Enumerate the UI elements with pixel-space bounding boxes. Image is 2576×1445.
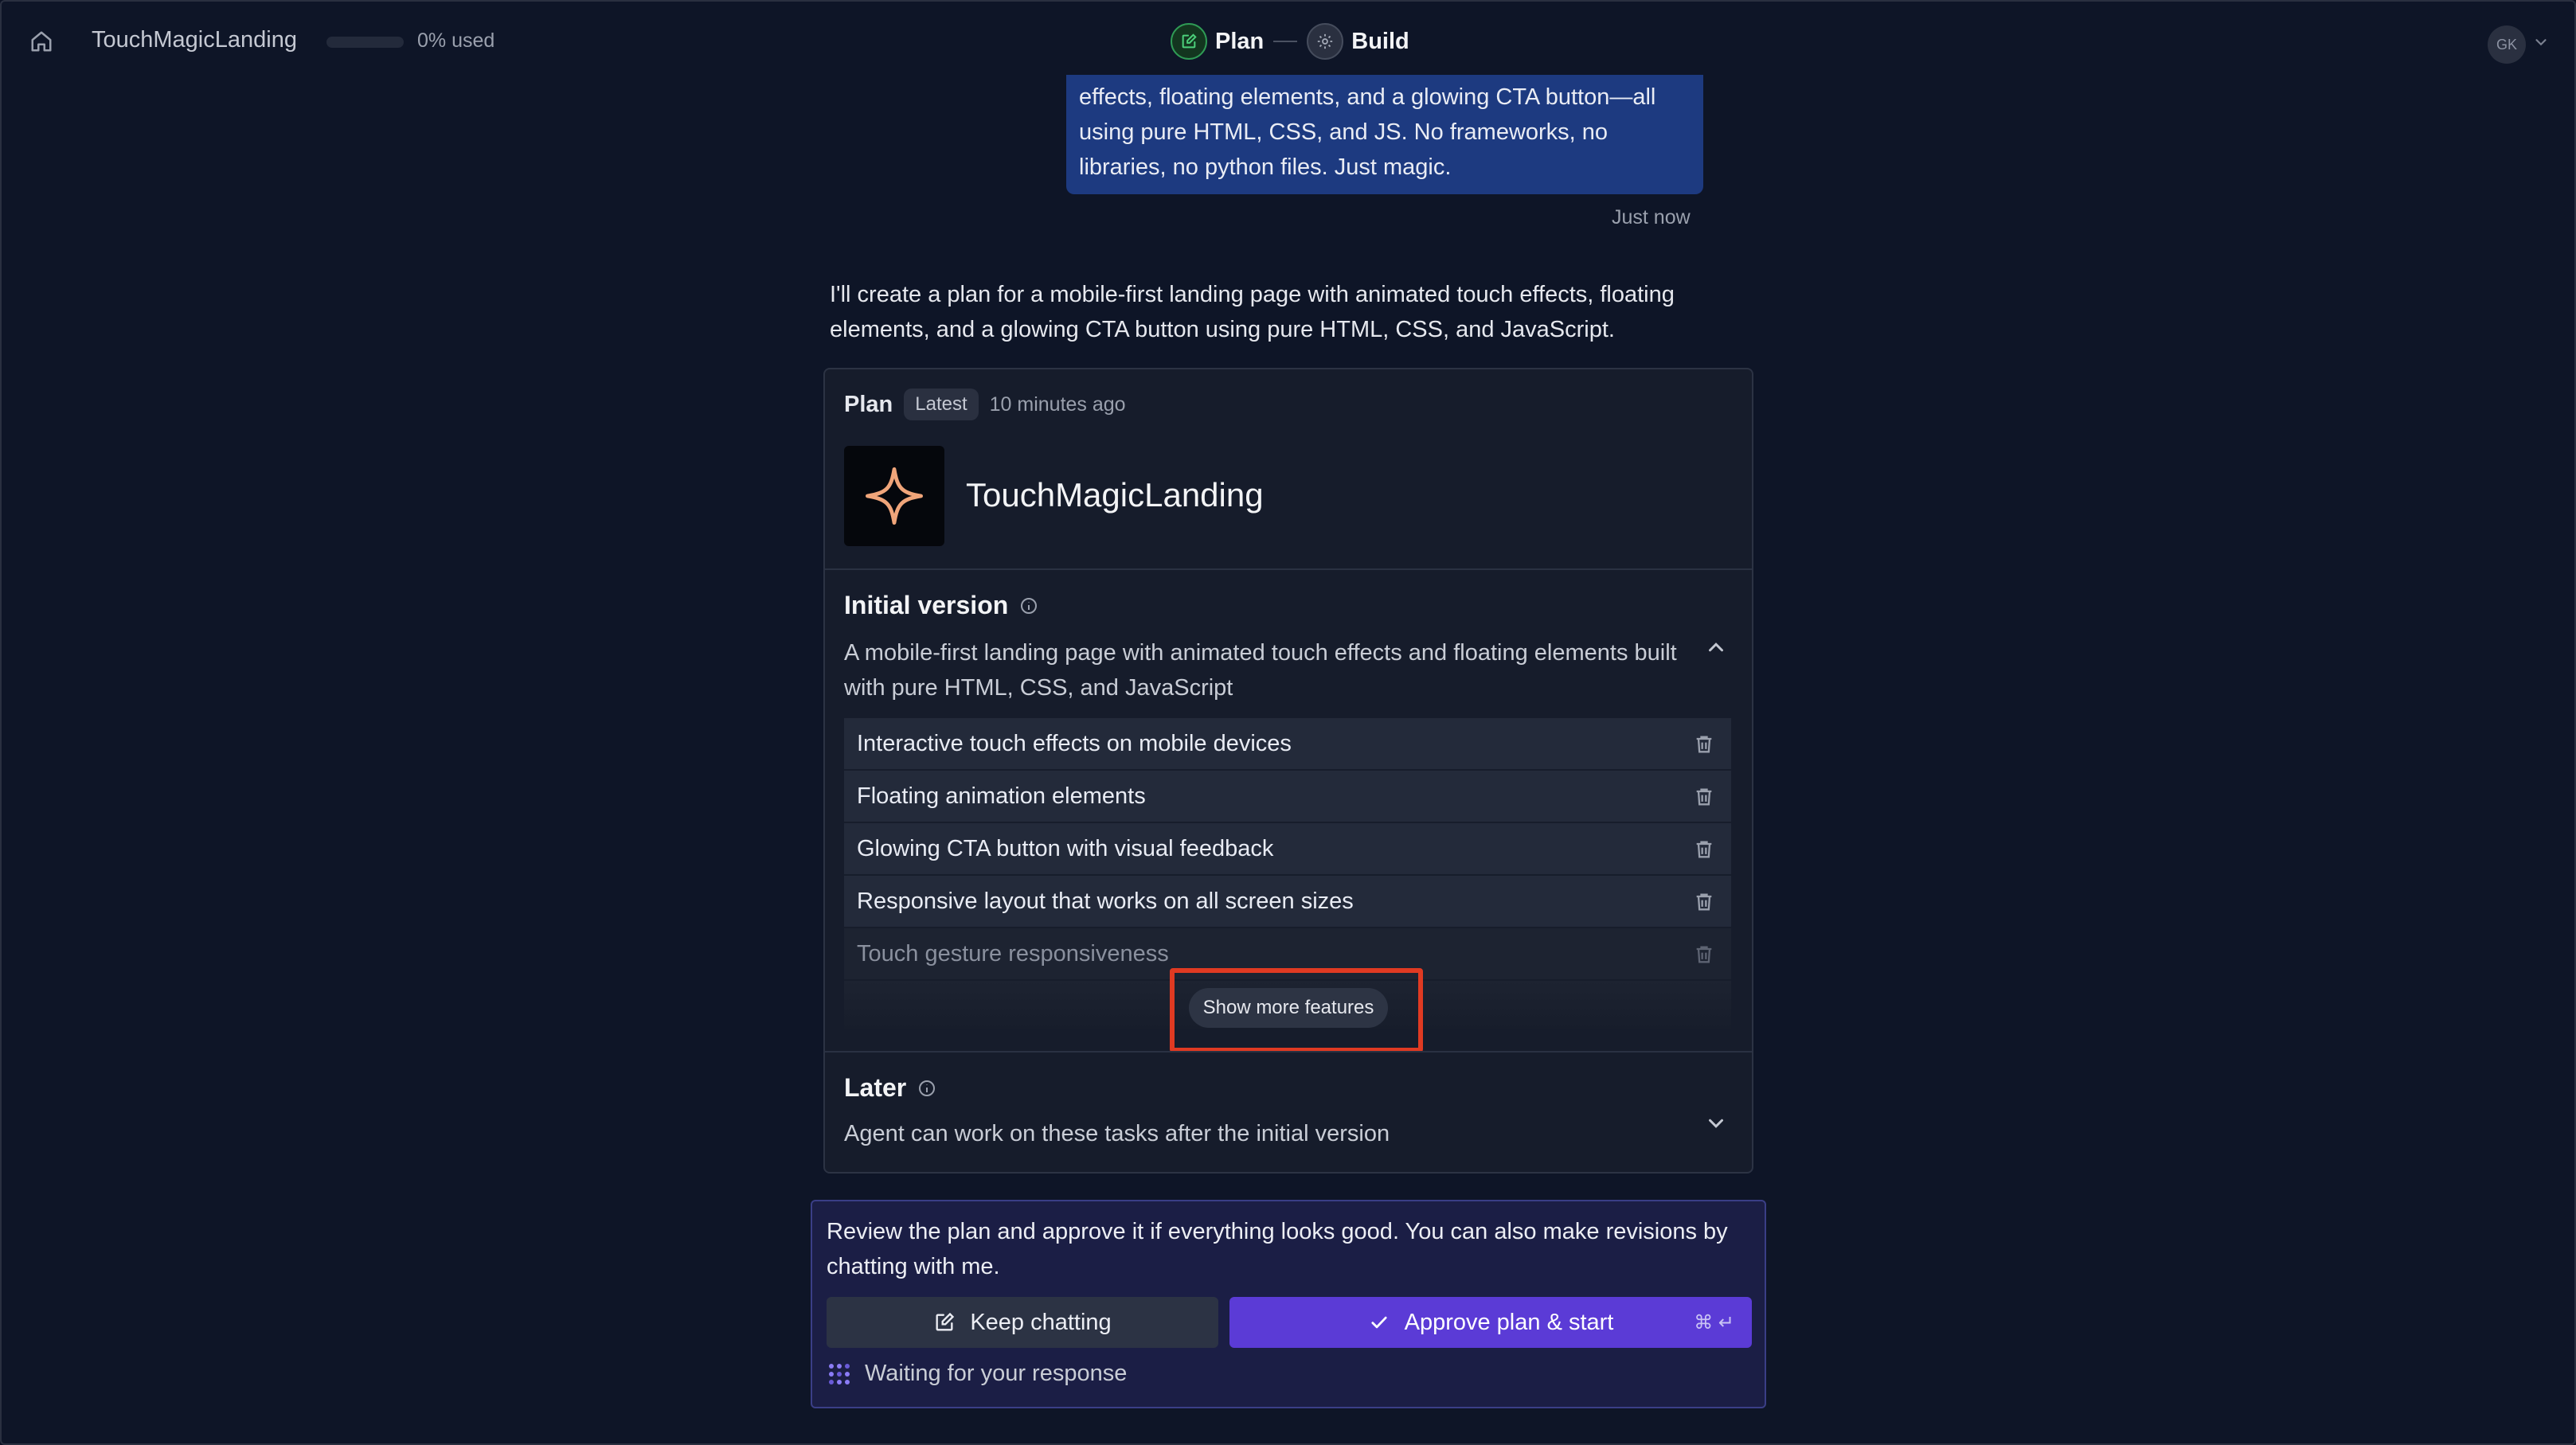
waiting-text: Waiting for your response bbox=[865, 1361, 1128, 1386]
feature-label: Floating animation elements bbox=[857, 783, 1146, 809]
loading-dots-icon bbox=[829, 1363, 850, 1384]
sparkle-icon bbox=[866, 467, 923, 525]
plan-time: 10 minutes ago bbox=[989, 392, 1126, 416]
trash-icon[interactable] bbox=[1693, 891, 1715, 913]
feature-label: Responsive layout that works on all scre… bbox=[857, 888, 1354, 914]
info-icon[interactable] bbox=[917, 1079, 936, 1098]
avatar[interactable]: GK bbox=[2488, 25, 2526, 64]
feature-item[interactable]: Interactive touch effects on mobile devi… bbox=[844, 718, 1731, 771]
edit-icon bbox=[936, 1312, 955, 1331]
feature-item[interactable]: Responsive layout that works on all scre… bbox=[844, 876, 1731, 928]
feature-label: Touch gesture responsiveness bbox=[857, 940, 1169, 967]
highlight-annotation bbox=[1170, 968, 1423, 1053]
keyboard-shortcut: ⌘ ↵ bbox=[1694, 1312, 1734, 1334]
assistant-message: I'll create a plan for a mobile-first la… bbox=[830, 282, 1675, 342]
divider bbox=[825, 1051, 1752, 1053]
initial-version-label: Initial version bbox=[844, 591, 1009, 619]
step-build-label[interactable]: Build bbox=[1351, 29, 1409, 55]
info-icon[interactable] bbox=[1019, 596, 1038, 615]
home-button[interactable] bbox=[25, 25, 57, 57]
latest-badge: Latest bbox=[904, 389, 979, 420]
keep-chatting-label: Keep chatting bbox=[970, 1309, 1112, 1335]
plan-card: Plan Latest 10 minutes ago TouchMagicLan… bbox=[823, 368, 1753, 1174]
later-label: Later bbox=[844, 1073, 907, 1102]
chevron-down-icon[interactable] bbox=[1704, 1111, 1728, 1135]
approve-plan-button[interactable]: Approve plan & start ⌘ ↵ bbox=[1229, 1297, 1752, 1348]
approve-plan-label: Approve plan & start bbox=[1404, 1309, 1614, 1335]
plan-label: Plan bbox=[844, 391, 893, 417]
step-separator bbox=[1273, 41, 1298, 42]
build-step-icon[interactable] bbox=[1307, 23, 1344, 60]
later-title: Later bbox=[844, 1073, 936, 1103]
usage-bar bbox=[326, 37, 404, 48]
feature-item[interactable]: Floating animation elements bbox=[844, 771, 1731, 823]
approval-text: Review the plan and approve it if everyt… bbox=[827, 1219, 1728, 1279]
usage-text: 0% used bbox=[417, 29, 495, 52]
keep-chatting-button[interactable]: Keep chatting bbox=[827, 1297, 1218, 1348]
gear-icon bbox=[1318, 33, 1333, 49]
trash-icon[interactable] bbox=[1693, 943, 1715, 966]
user-message-bubble: effects, floating elements, and a glowin… bbox=[1066, 75, 1703, 194]
check-icon bbox=[1371, 1316, 1387, 1329]
edit-icon bbox=[1182, 33, 1197, 49]
step-indicator: Plan Build bbox=[1171, 22, 1409, 61]
feature-label: Glowing CTA button with visual feedback bbox=[857, 835, 1274, 861]
step-plan-label[interactable]: Plan bbox=[1215, 29, 1264, 55]
waiting-status: Waiting for your response bbox=[827, 1361, 1127, 1387]
top-bar: TouchMagicLanding 0% used Plan Build GK bbox=[2, 2, 2574, 81]
divider bbox=[825, 568, 1752, 570]
trash-icon[interactable] bbox=[1693, 786, 1715, 808]
chevron-down-icon[interactable] bbox=[2532, 33, 2550, 51]
feature-label: Interactive touch effects on mobile devi… bbox=[857, 730, 1292, 756]
home-icon bbox=[31, 31, 52, 52]
trash-icon[interactable] bbox=[1693, 733, 1715, 756]
feature-item[interactable]: Glowing CTA button with visual feedback bbox=[844, 823, 1731, 876]
plan-title: TouchMagicLanding bbox=[966, 476, 1264, 514]
chevron-up-icon[interactable] bbox=[1704, 635, 1728, 659]
app-name[interactable]: TouchMagicLanding bbox=[92, 27, 297, 53]
approval-panel: Review the plan and approve it if everyt… bbox=[811, 1200, 1766, 1408]
app-logo bbox=[844, 446, 944, 546]
initial-version-title: Initial version bbox=[844, 591, 1038, 620]
initial-version-description: A mobile-first landing page with animate… bbox=[844, 640, 1677, 701]
plan-header: Plan Latest 10 minutes ago bbox=[844, 389, 1126, 420]
plan-step-icon[interactable] bbox=[1171, 23, 1207, 60]
trash-icon[interactable] bbox=[1693, 838, 1715, 861]
message-timestamp: Just now bbox=[1612, 206, 1691, 228]
app-window: TouchMagicLanding 0% used Plan Build GK … bbox=[0, 0, 2576, 1445]
later-description: Agent can work on these tasks after the … bbox=[844, 1121, 1390, 1146]
